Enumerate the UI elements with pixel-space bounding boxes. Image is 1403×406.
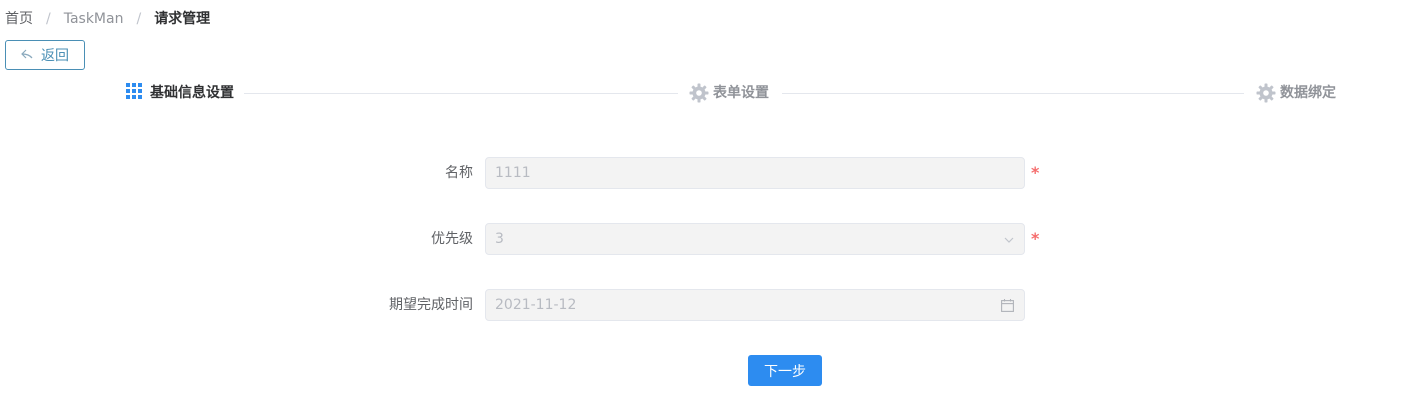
breadcrumb-home[interactable]: 首页: [5, 9, 33, 29]
name-input[interactable]: 1111: [485, 157, 1025, 189]
step-connector: [782, 93, 1244, 94]
priority-label: 优先级: [431, 231, 473, 247]
step-basic-info[interactable]: 基础信息设置: [126, 82, 234, 102]
step-label: 表单设置: [713, 85, 769, 101]
steps-bar: 基础信息设置 表单设置 数据绑定: [0, 82, 1403, 104]
next-step-button[interactable]: 下一步: [748, 355, 822, 386]
back-button-label: 返回: [41, 48, 69, 64]
gear-icon: [689, 83, 709, 103]
form-row-priority: 优先级 3 *: [0, 223, 1403, 255]
breadcrumb-current: 请求管理: [154, 11, 211, 27]
priority-select[interactable]: 3: [485, 223, 1025, 255]
breadcrumb-separator: /: [136, 11, 142, 27]
breadcrumb-separator: /: [46, 11, 51, 27]
breadcrumb-app[interactable]: TaskMan: [64, 9, 124, 29]
grid-icon: [126, 83, 144, 101]
required-marker: *: [1031, 163, 1040, 182]
name-label: 名称: [445, 165, 473, 181]
gear-icon: [1256, 83, 1276, 103]
form-row-expected-time: 期望完成时间 2021-11-12: [0, 289, 1403, 321]
expected-time-value: 2021-11-12: [495, 297, 577, 313]
chevron-down-icon: [1004, 224, 1014, 254]
expected-time-label: 期望完成时间: [389, 297, 473, 313]
required-marker: *: [1031, 229, 1040, 248]
name-value: 1111: [495, 165, 531, 181]
step-label: 数据绑定: [1280, 85, 1336, 101]
back-button[interactable]: 返回: [5, 40, 85, 70]
step-form-settings[interactable]: 表单设置: [689, 82, 769, 103]
step-data-binding[interactable]: 数据绑定: [1256, 82, 1336, 103]
breadcrumb: 首页 / TaskMan / 请求管理: [5, 9, 210, 29]
priority-value: 3: [495, 231, 504, 247]
step-label: 基础信息设置: [150, 85, 234, 101]
form-row-name: 名称 1111 *: [0, 157, 1403, 189]
expected-time-date-picker[interactable]: 2021-11-12: [485, 289, 1025, 321]
calendar-icon: [1001, 290, 1014, 320]
step-connector: [244, 93, 678, 94]
back-arrow-icon: [21, 48, 33, 62]
